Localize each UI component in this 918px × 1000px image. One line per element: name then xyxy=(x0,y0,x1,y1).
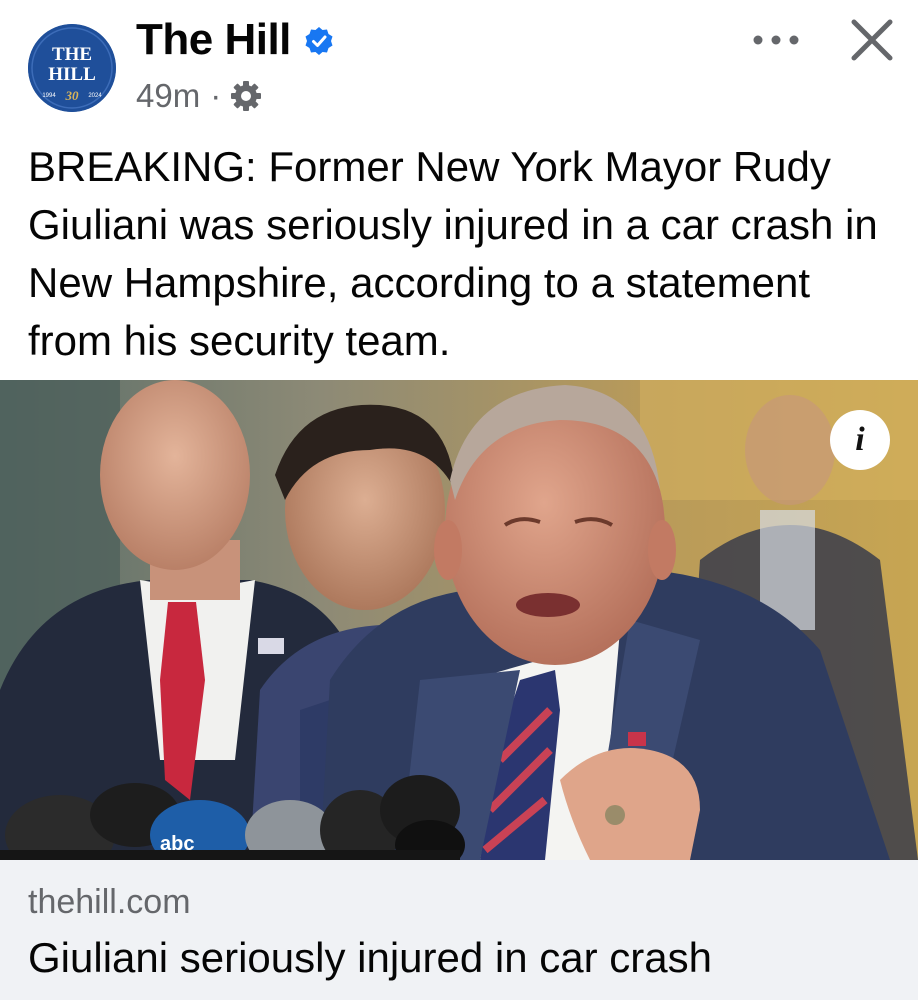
page-avatar[interactable]: THE HILL 1994 30 2024 xyxy=(28,24,116,112)
press-conference-photo: abc xyxy=(0,380,918,860)
more-options-icon[interactable] xyxy=(748,20,804,60)
logo-year-start: 1994 xyxy=(42,93,56,99)
gear-icon xyxy=(231,81,262,111)
post-meta: 49m · xyxy=(136,76,263,116)
abc-mic-logo: abc xyxy=(160,833,194,855)
link-preview-card[interactable]: thehill.com Giuliani seriously injured i… xyxy=(0,860,918,1000)
meta-separator: · xyxy=(210,77,222,114)
close-icon[interactable] xyxy=(846,14,898,66)
post-timestamp[interactable]: 49m xyxy=(136,76,200,116)
post-header: THE HILL 1994 30 2024 The Hill 49m · xyxy=(0,0,918,130)
verified-badge-icon xyxy=(305,27,333,55)
logo-year-end: 2024 xyxy=(88,93,102,99)
logo-anniversary: 30 xyxy=(65,88,80,103)
page-name[interactable]: The Hill xyxy=(136,14,291,66)
the-hill-logo: THE HILL 1994 30 2024 xyxy=(28,24,116,112)
logo-text-the: THE xyxy=(52,44,92,65)
post-photo[interactable]: abc i xyxy=(0,380,918,860)
post-text: BREAKING: Former New York Mayor Rudy Giu… xyxy=(28,143,878,364)
link-title[interactable]: Giuliani seriously injured in car crash xyxy=(28,932,712,984)
link-domain: thehill.com xyxy=(28,883,191,921)
logo-text-hill: HILL xyxy=(48,64,96,85)
info-button[interactable]: i xyxy=(830,410,890,470)
